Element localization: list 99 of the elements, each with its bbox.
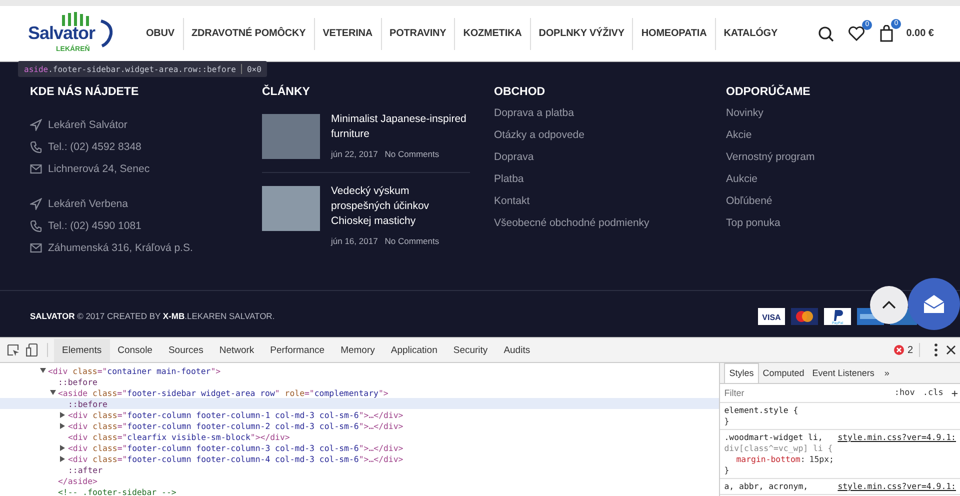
copyright-text: SALVATOR © 2017 CREATED BY X-MB.LEKAREN SALVATOR. (30, 311, 276, 321)
photo-placeholder (262, 114, 320, 159)
chevron-up-icon (882, 301, 896, 309)
code-line[interactable]: <div class="clearfix visible-sm-block"></div> (68, 432, 290, 442)
stylesheet-link[interactable]: style.min.css?ver=4.9.1: (838, 481, 956, 492)
css-selector: div[class^=vc_wp] li { (724, 443, 833, 454)
column-heading: OBCHOD (494, 86, 546, 98)
contact-text: Záhumenská 316, Kráľová p.S. (48, 242, 193, 254)
filter-field[interactable]: Filter (724, 388, 886, 398)
collapse-triangle-icon[interactable] (60, 444, 65, 450)
nav-link[interactable]: OBUV (138, 28, 182, 39)
footer-link[interactable]: Všeobecné obchodné podmienky (494, 216, 726, 242)
styles-tab[interactable]: Event Listeners (808, 364, 878, 382)
mastercard-card-icon (791, 308, 818, 324)
code-line[interactable]: <div class="footer-column footer-column-1 col-md-3 col-sm-6">…</div> (68, 410, 404, 420)
column-heading: ČLÁNKY (262, 86, 311, 98)
code-line[interactable]: <div class="footer-column footer-column-2 col-md-3 col-sm-6">…</div> (68, 420, 404, 430)
error-count: 2 (907, 344, 913, 356)
css-selector: .woodmart-widget li, (724, 432, 823, 443)
expand-triangle-icon[interactable] (40, 368, 46, 373)
devtools-tab[interactable]: Security (445, 338, 496, 362)
post-date: jún 16, 2017 (331, 236, 378, 246)
class-toggle[interactable]: .cls (922, 388, 944, 398)
more-tabs-button[interactable]: » (884, 368, 890, 378)
envelope-icon (30, 242, 42, 254)
post-title-link[interactable]: Minimalist Japanese-inspired furniture (331, 112, 470, 142)
code-line[interactable]: <!-- .footer-sidebar --> (58, 486, 176, 496)
post-date: jún 22, 2017 (331, 149, 378, 159)
code-line[interactable]: </aside> (58, 476, 98, 486)
comments-link[interactable]: No Comments (384, 236, 440, 246)
footer-link[interactable]: Novinky (726, 106, 958, 132)
devtools-tab[interactable]: Performance (262, 338, 333, 362)
location-arrow-icon (30, 119, 42, 131)
envelope-open-icon (923, 294, 945, 314)
devtools-tab[interactable]: Network (211, 338, 262, 362)
contact-text: Lichnerová 24, Senec (48, 163, 150, 175)
nav-link[interactable]: ZDRAVOTNÉ POMÔCKY (184, 28, 314, 39)
scroll-to-top-button[interactable] (870, 286, 908, 324)
column-heading: ODPORÚČAME (726, 86, 812, 98)
nav-link[interactable]: POTRAVINY (382, 28, 454, 39)
size-text: 0×0 (246, 64, 262, 74)
closing-brace: } (724, 465, 730, 476)
contact-text: Lekáreň Verbena (48, 198, 128, 210)
error-icon (894, 345, 904, 355)
devtools-tab[interactable]: Memory (332, 338, 383, 362)
nav-link[interactable]: KATALÓGY (716, 28, 786, 39)
comments-link[interactable]: No Comments (384, 149, 440, 159)
shopping-bag-icon[interactable] (879, 25, 894, 42)
heart-icon[interactable] (848, 26, 866, 41)
styles-tab[interactable]: Styles (724, 363, 759, 383)
contact-text: Tel.: (02) 4592 8348 (48, 141, 142, 153)
devtools-tab[interactable]: Console (110, 338, 160, 362)
mail-button[interactable] (908, 278, 960, 330)
code-line[interactable]: <div class="footer-column footer-column-4 col-md-3 col-sm-6">…</div> (68, 454, 404, 464)
contact-text: Tel.: (02) 4590 1081 (48, 220, 142, 232)
selector-text: aside.footer-sidebar.widget-area.row::before (24, 64, 236, 74)
stylesheet-link[interactable]: style.min.css?ver=4.9.1: (838, 432, 956, 443)
nav-link[interactable]: VETERINA (314, 28, 380, 39)
code-line[interactable]: ::after (68, 464, 103, 474)
contact-text: Lekáreň Salvátor (48, 119, 128, 131)
css-selector: element.style { (724, 405, 798, 416)
hover-state-toggle[interactable]: :hov (894, 388, 915, 398)
collapse-triangle-icon[interactable] (60, 412, 65, 418)
kebab-menu-icon[interactable] (934, 343, 938, 357)
code-line[interactable]: <div class="container main-footer"> (48, 366, 221, 376)
close-icon[interactable] (946, 345, 956, 355)
devtools-tab[interactable]: Elements (54, 338, 110, 362)
closing-brace: } (724, 416, 730, 427)
collapse-triangle-icon[interactable] (60, 422, 65, 428)
nav-link[interactable]: DOPLNKY VÝŽIVY (530, 28, 632, 39)
cart-total[interactable]: 0.00 € (906, 28, 934, 39)
devtools-tab[interactable]: Sources (160, 338, 212, 362)
code-line[interactable]: <div class="footer-column footer-column-3 col-md-3 col-sm-6">…</div> (68, 442, 404, 452)
code-line[interactable]: ::before (68, 398, 108, 408)
swoosh-icon (100, 18, 114, 48)
code-line[interactable]: ::before (58, 376, 98, 386)
devtools-tab[interactable]: Application (382, 338, 446, 362)
code-line[interactable]: <aside class="footer-sidebar widget-area row" role="complementary"> (58, 388, 388, 398)
styles-tab[interactable]: Computed (758, 364, 808, 382)
location-arrow-icon (30, 198, 42, 210)
collapse-triangle-icon[interactable] (60, 456, 65, 462)
post-title-link[interactable]: Vedecký výskum prospešných účinkov Chioskej mastichy (331, 184, 470, 229)
search-icon[interactable] (818, 26, 834, 42)
envelope-icon (30, 163, 42, 175)
photo-placeholder (262, 186, 320, 231)
css-declaration: margin-bottom: 15px; (735, 454, 835, 465)
footer-link[interactable]: Vernostný program (726, 150, 958, 176)
device-toolbar-icon[interactable] (26, 343, 38, 357)
nav-link[interactable]: KOZMETIKA (455, 28, 530, 39)
phone-icon (30, 220, 42, 232)
inspect-element-icon[interactable] (7, 344, 20, 356)
column-heading: KDE NÁS NÁJDETE (30, 86, 140, 98)
css-selector: a, abbr, acronym, (724, 481, 808, 492)
new-rule-button[interactable]: + (951, 386, 958, 400)
nav-link[interactable]: HOMEOPATIA (633, 28, 715, 39)
logo-text: Salvator (28, 22, 96, 44)
devtools-tab[interactable]: Audits (496, 338, 538, 362)
visa-card-icon: VISA (758, 308, 785, 324)
phone-icon (30, 141, 42, 153)
